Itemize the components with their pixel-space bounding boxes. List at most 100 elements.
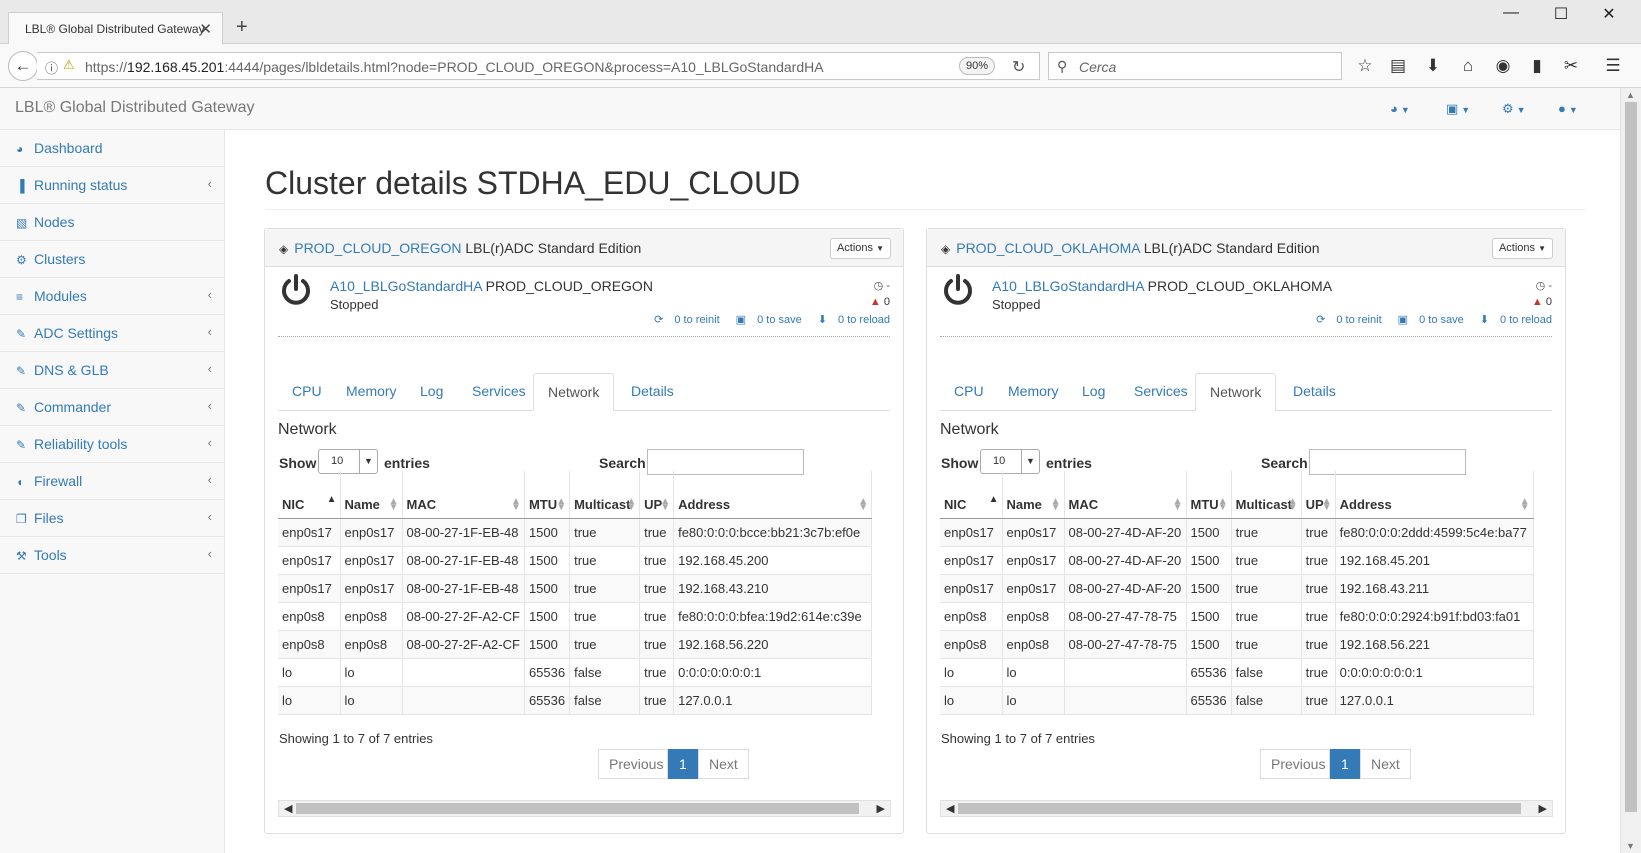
actions-button[interactable]: Actions ▼ (829, 238, 891, 259)
column-header-up[interactable]: UP ▲ ▼ (1301, 471, 1336, 519)
column-header-multicast[interactable]: Multicast ▲ ▼ (569, 471, 641, 519)
close-window-icon[interactable]: ✕ (1594, 4, 1624, 24)
table-horizontal-scrollbar[interactable]: ◀ ▶ (278, 800, 891, 817)
tab-details[interactable]: Details (617, 373, 688, 411)
table-cell: false (1231, 658, 1302, 687)
node-link[interactable]: PROD_CLOUD_OKLAHOMA (956, 240, 1140, 256)
sidebar-item-files[interactable]: ❐ Files ‹ (0, 500, 224, 537)
bookmark-star-icon[interactable]: ☆ (1352, 56, 1378, 76)
column-header-mac[interactable]: MAC ▲ ▼ (402, 471, 525, 519)
column-header-nic[interactable]: NIC ▲ (940, 471, 1003, 519)
pocket-icon[interactable]: ◉ (1490, 56, 1516, 76)
page-1-button[interactable]: 1 (1330, 749, 1360, 779)
tab-cpu[interactable]: CPU (278, 373, 336, 411)
sidebar-item-adc-settings[interactable]: ✎ ADC Settings ‹ (0, 315, 224, 352)
maximize-icon[interactable]: ☐ (1546, 4, 1576, 24)
page-1-button[interactable]: 1 (668, 749, 698, 779)
zoom-level[interactable]: 90% (959, 57, 995, 75)
tab-close-icon[interactable]: ✕ (199, 20, 212, 38)
search-bar[interactable]: ⚲ Cerca (1048, 52, 1342, 80)
column-header-mac[interactable]: MAC ▲ ▼ (1064, 471, 1187, 519)
tab-services[interactable]: Services (1120, 373, 1202, 411)
table-row: enp0s8 enp0s8 08-00-27-2F-A2-CF 1500 true tru… (278, 630, 873, 659)
user-menu[interactable]: ● ▼ (1558, 101, 1578, 116)
save-link[interactable]: ▣ 0 to save (728, 314, 802, 326)
column-header-mtu[interactable]: MTU ▲ ▼ (1186, 471, 1232, 519)
save-menu[interactable]: ▣ ▼ (1446, 101, 1470, 117)
scrollbar-thumb[interactable] (1625, 102, 1637, 812)
sidebar-item-dashboard[interactable]: ◕ Dashboard (0, 130, 224, 167)
next-button[interactable]: Next (698, 749, 749, 779)
sidebar-item-firewall[interactable]: ◖ Firewall ‹ (0, 463, 224, 500)
tab-network[interactable]: Network (533, 373, 615, 411)
reading-list-icon[interactable]: ▤ (1385, 56, 1411, 76)
home-icon[interactable]: ⌂ (1455, 56, 1481, 76)
insecure-lock-icon[interactable]: ⚠ (63, 57, 75, 73)
previous-button[interactable]: Previous (1260, 749, 1330, 779)
reload-icon[interactable]: ↻ (1012, 57, 1025, 77)
menu-icon[interactable]: ☰ (1600, 56, 1626, 76)
sidebar-item-clusters[interactable]: ⚙ Clusters (0, 241, 224, 278)
column-header-address[interactable]: Address ▲ ▼ (673, 471, 873, 519)
sidebar-item-reliability-tools[interactable]: ✎ Reliability tools ‹ (0, 426, 224, 463)
column-header-name[interactable]: Name ▲ ▼ (340, 471, 403, 519)
process-link[interactable]: A10_LBLGoStandardHA (330, 278, 482, 294)
info-icon[interactable]: ⓘ (45, 58, 58, 77)
column-header-up[interactable]: UP ▲ ▼ (639, 471, 675, 519)
power-icon[interactable] (940, 272, 976, 308)
reload-link[interactable]: ⬇ 0 to reload (1472, 314, 1552, 326)
scroll-up-icon[interactable]: ▲ (1626, 90, 1635, 100)
tab-network[interactable]: Network (1195, 373, 1277, 411)
sidebar-item-tools[interactable]: ⚒ Tools ‹ (0, 537, 224, 574)
node-link[interactable]: PROD_CLOUD_OREGON (294, 240, 461, 256)
browser-tab[interactable]: LBL® Global Distributed Gateway ✕ (8, 12, 223, 45)
dashboard-icon: ◕ (16, 142, 24, 156)
sidebar-item-modules[interactable]: ≡ Modules ‹ (0, 278, 224, 315)
new-tab-icon[interactable]: + (236, 16, 248, 39)
settings-menu[interactable]: ⚙ ▼ (1502, 101, 1526, 117)
scroll-right-icon[interactable]: ▶ (877, 802, 885, 815)
column-header-name[interactable]: Name ▲ ▼ (1002, 471, 1065, 519)
scroll-down-icon[interactable]: ▼ (1626, 841, 1635, 851)
dashboard-menu[interactable]: ◕ ▼ (1390, 101, 1410, 116)
power-icon[interactable] (278, 272, 314, 308)
sidebar-item-nodes[interactable]: ▧ Nodes (0, 204, 224, 241)
save-link[interactable]: ▣ 0 to save (1390, 314, 1464, 326)
tab-log[interactable]: Log (406, 373, 457, 411)
sidebar-item-dns-glb[interactable]: ✎ DNS & GLB ‹ (0, 352, 224, 389)
reinit-link[interactable]: ⟳ 0 to reinit (646, 314, 720, 326)
show-label: Show (941, 455, 979, 471)
screenshot-icon[interactable]: ✂ (1558, 56, 1584, 76)
url-bar[interactable]: ⓘ ⚠ https://192.168.45.201:4444/pages/lb… (37, 52, 1040, 80)
process-link[interactable]: A10_LBLGoStandardHA (992, 278, 1144, 294)
reload-link[interactable]: ⬇ 0 to reload (810, 314, 890, 326)
tab-log[interactable]: Log (1068, 373, 1119, 411)
extension-icon[interactable]: ▮ (1524, 56, 1550, 76)
actions-button[interactable]: Actions ▼ (1491, 238, 1553, 259)
column-header-mtu[interactable]: MTU ▲ ▼ (524, 471, 571, 519)
tab-services[interactable]: Services (458, 373, 540, 411)
column-header-nic[interactable]: NIC ▲ (278, 471, 341, 519)
scrollbar-thumb[interactable] (296, 803, 859, 814)
back-icon[interactable]: ← (8, 51, 38, 81)
minimize-icon[interactable]: — (1496, 4, 1526, 22)
scroll-left-icon[interactable]: ◀ (946, 802, 954, 815)
download-icon[interactable]: ⬇ (1420, 56, 1446, 76)
tab-memory[interactable]: Memory (994, 373, 1073, 411)
next-button[interactable]: Next (1360, 749, 1411, 779)
tab-details[interactable]: Details (1279, 373, 1350, 411)
column-header-address[interactable]: Address ▲ ▼ (1335, 471, 1534, 519)
scroll-right-icon[interactable]: ▶ (1539, 802, 1547, 815)
scrollbar-thumb[interactable] (958, 803, 1521, 814)
scroll-left-icon[interactable]: ◀ (284, 802, 292, 815)
previous-button[interactable]: Previous (598, 749, 668, 779)
table-horizontal-scrollbar[interactable]: ◀ ▶ (940, 800, 1553, 817)
page-scrollbar[interactable]: ▲ ▼ (1620, 88, 1641, 853)
column-header-multicast[interactable]: Multicast ▲ ▼ (1231, 471, 1302, 519)
tab-memory[interactable]: Memory (332, 373, 411, 411)
sidebar-item-running-status[interactable]: ▐ Running status ‹ (0, 167, 224, 204)
sidebar-item-commander[interactable]: ✎ Commander ‹ (0, 389, 224, 426)
tab-cpu[interactable]: CPU (940, 373, 998, 411)
reinit-link[interactable]: ⟳ 0 to reinit (1308, 314, 1382, 326)
app-brand[interactable]: LBL® Global Distributed Gateway (15, 99, 254, 117)
